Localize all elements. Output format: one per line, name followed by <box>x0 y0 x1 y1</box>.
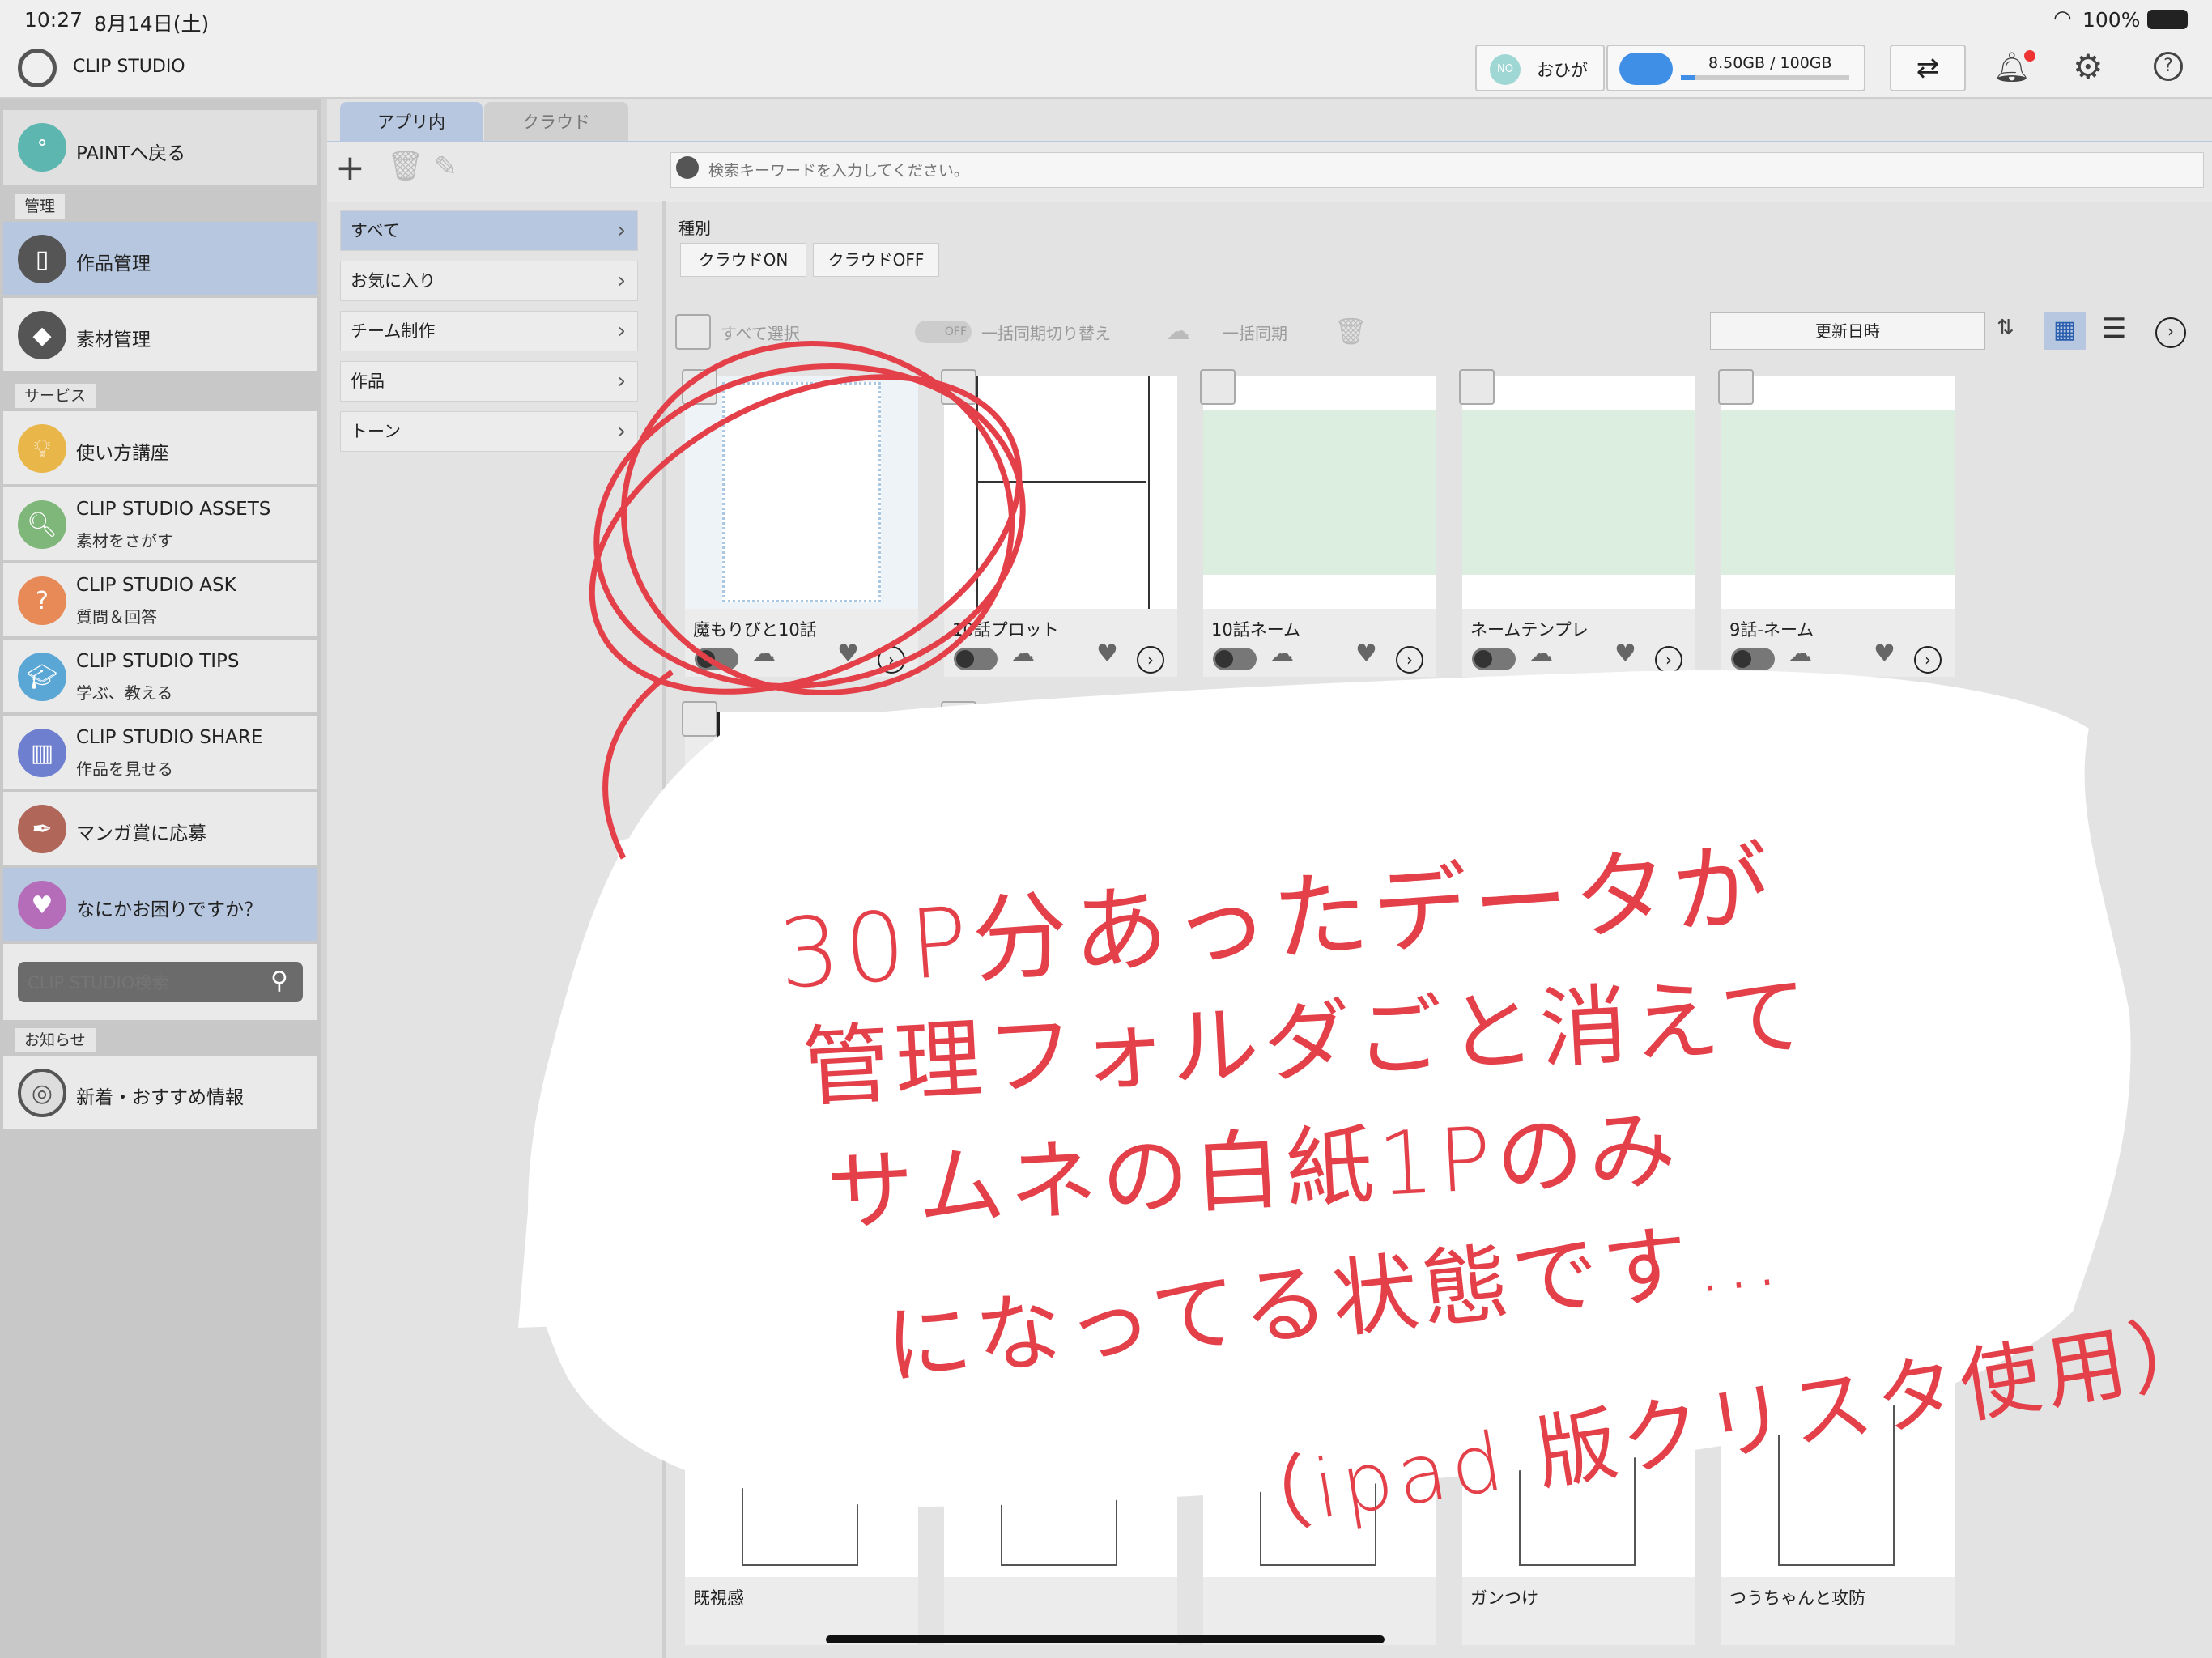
home-indicator <box>826 1635 1385 1643</box>
